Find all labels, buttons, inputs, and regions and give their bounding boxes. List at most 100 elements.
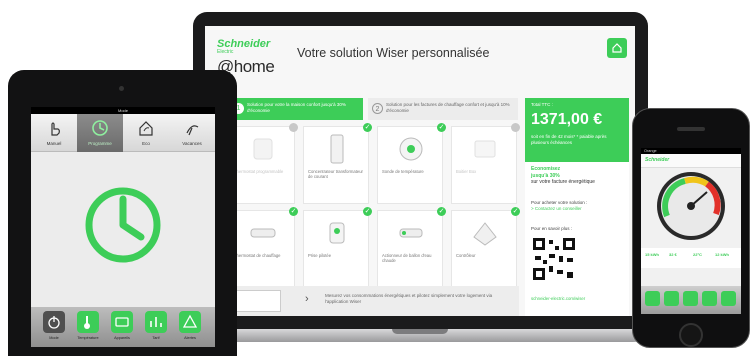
selected-badge[interactable]: ✓	[363, 207, 372, 216]
economy-title: Economisez	[531, 166, 561, 172]
bottom-dock: Mode Température Appareils Tarif Alertes	[31, 307, 215, 347]
product-card[interactable]: ✓ Concentrateur transformateur de couran…	[303, 123, 372, 204]
stat-value: 15 kWh	[645, 252, 660, 257]
phone-speaker	[677, 127, 705, 131]
step-tab-1[interactable]: 1 Solution pour votre la maison confort …	[229, 98, 363, 120]
dock-label: Tarif	[152, 336, 160, 340]
product-showcase: Schneider Electric @home Votre solution …	[0, 0, 751, 356]
stat-value: 32 €	[669, 252, 677, 257]
product-card[interactable]: ✓ Prise pilotée	[303, 207, 372, 288]
product-card[interactable]: ✓ Sonde de température	[377, 123, 446, 204]
home-button[interactable]	[607, 38, 627, 58]
mode-label: Programme	[88, 141, 112, 146]
total-value: 1371,00 €	[531, 111, 603, 128]
total-label: Total TTC :	[531, 102, 553, 107]
product-name: Concentrateur transformateur de courant	[308, 169, 363, 179]
laptop-hinge	[392, 329, 448, 334]
stat-value: 22°C	[693, 252, 702, 257]
clock-icon	[92, 120, 108, 136]
dock-button-devices[interactable]	[111, 311, 133, 333]
product-card[interactable]: ✓ Thermostat de chauffage	[229, 207, 298, 288]
economy-block: Economisez jusqu'à 30% sur votre facture…	[531, 166, 625, 186]
tab-manuel[interactable]: Manuel	[31, 114, 77, 152]
dock-button-mode[interactable]	[43, 311, 65, 333]
arrow-icon: ›	[305, 293, 309, 305]
mode-tabs: Manuel Programme Eco Vacances	[31, 114, 215, 152]
step-text: Solution pour les factures de chauffage …	[386, 102, 510, 113]
tab-vacances[interactable]: Vacances	[169, 114, 215, 152]
unselected-badge[interactable]	[289, 123, 298, 132]
actuator-icon	[399, 228, 423, 238]
buy-text: Pour acheter votre solution :	[531, 200, 588, 205]
app-logo: Schneider	[645, 157, 670, 163]
tablet-screen: Mode Manuel Programme Eco Vacances Mode …	[31, 107, 215, 347]
product-card[interactable]: ✓ Contrôleur	[451, 207, 520, 288]
phone-dock	[641, 286, 741, 314]
status-bar: Mode	[31, 107, 215, 114]
sensor-icon	[399, 137, 423, 161]
product-name: Prise pilotée	[308, 253, 332, 258]
program-clock-icon[interactable]	[83, 185, 163, 265]
selected-badge[interactable]: ✓	[437, 207, 446, 216]
home-icon	[612, 43, 622, 53]
qr-code-icon[interactable]	[531, 236, 577, 282]
phone-home-button[interactable]	[679, 323, 703, 347]
power-icon	[48, 316, 60, 329]
unselected-badge[interactable]	[511, 123, 520, 132]
hub-icon	[330, 134, 344, 164]
product-card[interactable]: Boitier Box	[451, 123, 520, 204]
website-link[interactable]: schneider-electric.com/wiser	[531, 296, 585, 301]
controller-icon	[473, 222, 497, 246]
eco-house-icon	[139, 121, 153, 136]
dock-label: Alertes	[184, 336, 196, 340]
phone-dock-button[interactable]	[664, 291, 679, 306]
step-tab-2[interactable]: 2 Solution pour les factures de chauffag…	[368, 98, 518, 120]
product-card[interactable]: ✓ Actionneur de ballon d'eau chaude	[377, 207, 446, 288]
temperature-icon	[84, 316, 90, 329]
contact-link[interactable]: > Contactez un conseiller	[531, 206, 625, 212]
info-text: Mesurez vos consommations énergétiques e…	[325, 293, 493, 304]
alert-icon	[182, 314, 198, 328]
smart-plug-icon	[329, 222, 345, 244]
product-name: Thermostat programmable	[234, 169, 284, 174]
box-icon	[474, 140, 496, 158]
dock-button-temperature[interactable]	[77, 311, 99, 333]
product-name: Sonde de température	[382, 169, 424, 174]
tab-programme[interactable]: Programme	[77, 114, 123, 152]
tablet-camera	[119, 86, 124, 91]
dock-button-tariff[interactable]	[145, 311, 167, 333]
phone-dock-button[interactable]	[721, 291, 736, 306]
economy-text: sur votre facture énergétique	[531, 179, 595, 185]
summary-panel: Total TTC : 1371,00 € soit en fin de 42 …	[525, 98, 629, 316]
mode-label: Vacances	[182, 141, 202, 146]
selected-badge[interactable]: ✓	[511, 207, 520, 216]
product-name: Actionneur de ballon d'eau chaude	[382, 253, 432, 263]
dock-button-alerts[interactable]	[179, 311, 201, 333]
buy-block: Pour acheter votre solution : > Contacte…	[531, 200, 625, 212]
phone-dock-button[interactable]	[702, 291, 717, 306]
more-text: Pour en savoir plus :	[531, 226, 573, 231]
total-box: Total TTC : 1371,00 € soit en fin de 42 …	[525, 98, 629, 162]
app-header: Schneider	[641, 154, 741, 168]
product-name: Boitier Box	[456, 169, 477, 174]
hand-icon	[51, 122, 60, 136]
page-title: Votre solution Wiser personnalisée	[297, 46, 490, 60]
step-text: Solution pour votre la maison confort ju…	[247, 102, 346, 113]
selected-badge[interactable]: ✓	[363, 123, 372, 132]
tab-eco[interactable]: Eco	[123, 114, 169, 152]
product-name: Contrôleur	[456, 253, 476, 258]
total-monthly: soit en fin de 42 mois* * paiable après …	[531, 134, 607, 145]
dock-label: Mode	[49, 336, 59, 340]
thermostat-icon	[253, 138, 273, 160]
vacation-icon	[186, 125, 199, 136]
product-card[interactable]: Thermostat programmable	[229, 123, 298, 204]
energy-gauge-icon	[657, 172, 725, 240]
stat-value: 12 kWh	[715, 252, 730, 257]
selected-badge[interactable]: ✓	[437, 123, 446, 132]
devices-icon	[115, 317, 129, 327]
phone-dock-button[interactable]	[683, 291, 698, 306]
selected-badge[interactable]: ✓	[289, 207, 298, 216]
stats-bar: 15 kWh 32 € 22°C 12 kWh	[641, 248, 741, 268]
phone-dock-button[interactable]	[645, 291, 660, 306]
phone-screen: Orange Schneider 15 kWh 32 € 22°C 12 kWh	[641, 148, 741, 314]
